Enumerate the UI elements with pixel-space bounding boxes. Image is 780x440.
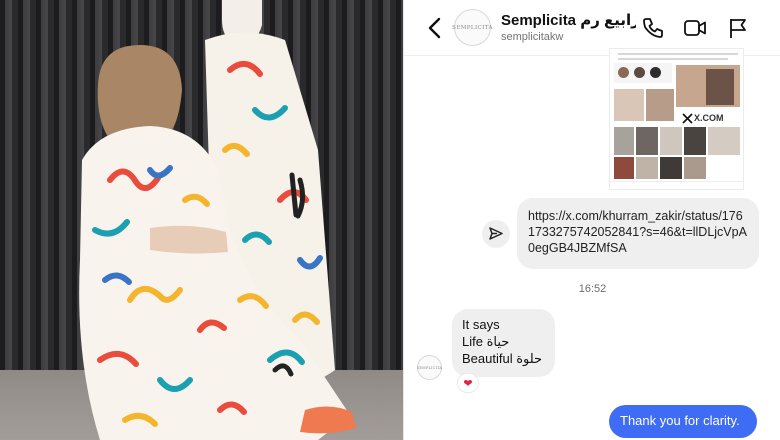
shared-site-label: X.COM (694, 113, 724, 123)
thumbnail-nav-bar (610, 181, 743, 189)
sender-avatar-label: SEMPLICITA (416, 365, 443, 370)
word-life: Life (462, 334, 483, 349)
product-photo (0, 0, 403, 440)
sent-message[interactable]: Thank you for clarity. (609, 405, 757, 438)
received-message[interactable]: It says Life حياة Beautiful حلوة (452, 309, 555, 377)
message-line-1: It says (462, 317, 500, 332)
back-chevron-icon[interactable] (424, 15, 446, 41)
models-in-printed-abayas (79, 0, 356, 440)
avatar-label: SEMPLICITA (452, 24, 493, 31)
message-timestamp: 16:52 (578, 283, 607, 295)
contact-handle[interactable]: semplicitakw (501, 31, 563, 43)
video-camera-icon[interactable] (683, 16, 707, 40)
word-beautiful: Beautiful (462, 351, 513, 366)
share-button[interactable] (482, 220, 510, 248)
avatar[interactable]: SEMPLICITA (452, 9, 493, 46)
word-beautiful-arabic: حلوة (516, 352, 543, 367)
phone-icon[interactable] (641, 16, 665, 40)
message-line-3: Beautiful حلوة (462, 351, 545, 368)
share-arrow-icon (489, 227, 503, 240)
flag-icon[interactable] (726, 16, 750, 40)
x-logo-icon (682, 113, 693, 124)
heart-reaction-icon[interactable]: ❤ (457, 373, 479, 393)
message-line-2: Life حياة (462, 334, 545, 351)
word-life-arabic: حياة (486, 335, 510, 350)
contact-name[interactable]: Semplicita درابيع رم... (501, 11, 636, 29)
sender-avatar[interactable]: SEMPLICITA (417, 355, 442, 380)
direct-message-thread: SEMPLICITA Semplicita درابيع رم... sempl… (403, 0, 780, 440)
shared-post-thumbnail[interactable]: X.COM (609, 48, 744, 190)
link-message[interactable]: https://x.com/khurram_zakir/status/17617… (517, 198, 759, 269)
